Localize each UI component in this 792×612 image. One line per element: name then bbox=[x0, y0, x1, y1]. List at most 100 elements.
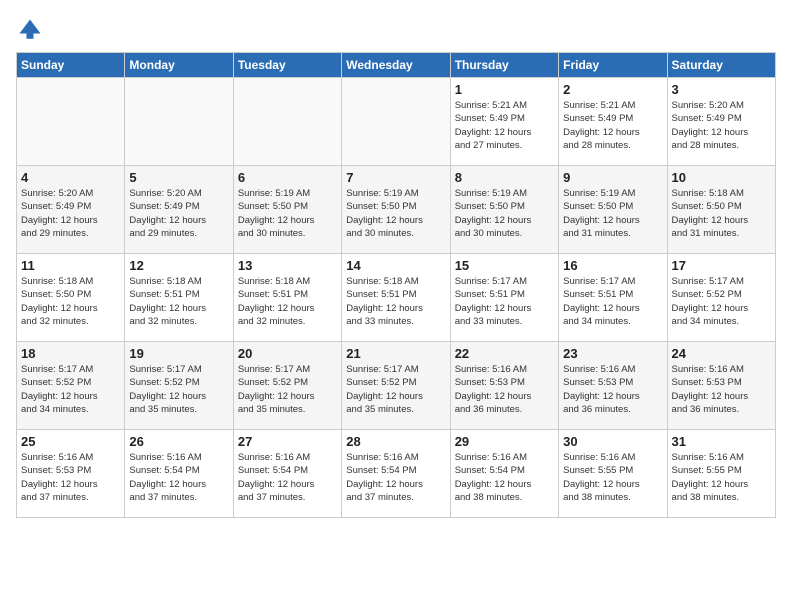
calendar-cell: 10 Sunrise: 5:18 AM Sunset: 5:50 PM Dayli… bbox=[667, 166, 775, 254]
day-info: Sunrise: 5:19 AM Sunset: 5:50 PM Dayligh… bbox=[455, 187, 554, 240]
day-number: 1 bbox=[455, 82, 554, 97]
calendar-cell: 28 Sunrise: 5:16 AM Sunset: 5:54 PM Dayli… bbox=[342, 430, 450, 518]
day-number: 14 bbox=[346, 258, 445, 273]
day-number: 27 bbox=[238, 434, 337, 449]
day-number: 8 bbox=[455, 170, 554, 185]
day-info: Sunrise: 5:16 AM Sunset: 5:55 PM Dayligh… bbox=[672, 451, 771, 504]
day-number: 7 bbox=[346, 170, 445, 185]
calendar-cell: 29Sunrise: 5:16 AM Sunset: 5:54 PM Dayli… bbox=[450, 430, 558, 518]
day-info: Sunrise: 5:21 AM Sunset: 5:49 PM Dayligh… bbox=[563, 99, 662, 152]
day-number: 12 bbox=[129, 258, 228, 273]
weekday-header-monday: Monday bbox=[125, 53, 233, 78]
calendar-cell bbox=[125, 78, 233, 166]
week-row-2: 4Sunrise: 5:20 AM Sunset: 5:49 PM Daylig… bbox=[17, 166, 776, 254]
day-number: 3 bbox=[672, 82, 771, 97]
day-info: Sunrise: 5:16 AM Sunset: 5:54 PM Dayligh… bbox=[238, 451, 337, 504]
calendar-cell: 25 Sunrise: 5:16 AM Sunset: 5:53 PM Dayli… bbox=[17, 430, 125, 518]
day-number: 9 bbox=[563, 170, 662, 185]
day-number: 28 bbox=[346, 434, 445, 449]
day-info: Sunrise: 5:17 AM Sunset: 5:52 PM Dayligh… bbox=[21, 363, 120, 416]
weekday-header-tuesday: Tuesday bbox=[233, 53, 341, 78]
calendar-cell: 8 Sunrise: 5:19 AM Sunset: 5:50 PM Daylig… bbox=[450, 166, 558, 254]
day-number: 5 bbox=[129, 170, 228, 185]
calendar-cell: 2Sunrise: 5:21 AM Sunset: 5:49 PM Daylig… bbox=[559, 78, 667, 166]
calendar-cell: 16 Sunrise: 5:17 AM Sunset: 5:51 PM Dayli… bbox=[559, 254, 667, 342]
day-info: Sunrise: 5:17 AM Sunset: 5:52 PM Dayligh… bbox=[238, 363, 337, 416]
day-info: Sunrise: 5:18 AM Sunset: 5:50 PM Dayligh… bbox=[21, 275, 120, 328]
day-info: Sunrise: 5:16 AM Sunset: 5:53 PM Dayligh… bbox=[563, 363, 662, 416]
day-info: Sunrise: 5:19 AM Sunset: 5:50 PM Dayligh… bbox=[563, 187, 662, 240]
day-info: Sunrise: 5:16 AM Sunset: 5:54 PM Dayligh… bbox=[346, 451, 445, 504]
week-row-1: 1 Sunrise: 5:21 AM Sunset: 5:49 PM Daylig… bbox=[17, 78, 776, 166]
day-info: Sunrise: 5:17 AM Sunset: 5:51 PM Dayligh… bbox=[563, 275, 662, 328]
day-number: 22 bbox=[455, 346, 554, 361]
calendar-cell: 4Sunrise: 5:20 AM Sunset: 5:49 PM Daylig… bbox=[17, 166, 125, 254]
day-info: Sunrise: 5:16 AM Sunset: 5:54 PM Dayligh… bbox=[129, 451, 228, 504]
calendar-cell: 13 Sunrise: 5:18 AM Sunset: 5:51 PM Dayli… bbox=[233, 254, 341, 342]
weekday-header-friday: Friday bbox=[559, 53, 667, 78]
day-info: Sunrise: 5:19 AM Sunset: 5:50 PM Dayligh… bbox=[346, 187, 445, 240]
day-info: Sunrise: 5:17 AM Sunset: 5:52 PM Dayligh… bbox=[346, 363, 445, 416]
calendar-cell: 24Sunrise: 5:16 AM Sunset: 5:53 PM Dayli… bbox=[667, 342, 775, 430]
calendar-cell: 31 Sunrise: 5:16 AM Sunset: 5:55 PM Dayli… bbox=[667, 430, 775, 518]
day-info: Sunrise: 5:16 AM Sunset: 5:53 PM Dayligh… bbox=[21, 451, 120, 504]
day-number: 18 bbox=[21, 346, 120, 361]
weekday-header-row: SundayMondayTuesdayWednesdayThursdayFrid… bbox=[17, 53, 776, 78]
day-number: 13 bbox=[238, 258, 337, 273]
calendar-cell: 22 Sunrise: 5:16 AM Sunset: 5:53 PM Dayli… bbox=[450, 342, 558, 430]
day-number: 21 bbox=[346, 346, 445, 361]
day-number: 24 bbox=[672, 346, 771, 361]
calendar-cell bbox=[233, 78, 341, 166]
calendar-cell: 30Sunrise: 5:16 AM Sunset: 5:55 PM Dayli… bbox=[559, 430, 667, 518]
day-info: Sunrise: 5:16 AM Sunset: 5:54 PM Dayligh… bbox=[455, 451, 554, 504]
calendar-cell: 27 Sunrise: 5:16 AM Sunset: 5:54 PM Dayli… bbox=[233, 430, 341, 518]
week-row-3: 11Sunrise: 5:18 AM Sunset: 5:50 PM Dayli… bbox=[17, 254, 776, 342]
day-info: Sunrise: 5:17 AM Sunset: 5:51 PM Dayligh… bbox=[455, 275, 554, 328]
day-info: Sunrise: 5:20 AM Sunset: 5:49 PM Dayligh… bbox=[129, 187, 228, 240]
day-info: Sunrise: 5:18 AM Sunset: 5:50 PM Dayligh… bbox=[672, 187, 771, 240]
calendar-cell: 15 Sunrise: 5:17 AM Sunset: 5:51 PM Dayli… bbox=[450, 254, 558, 342]
day-info: Sunrise: 5:20 AM Sunset: 5:49 PM Dayligh… bbox=[672, 99, 771, 152]
calendar-cell: 17 Sunrise: 5:17 AM Sunset: 5:52 PM Dayli… bbox=[667, 254, 775, 342]
calendar-cell: 26 Sunrise: 5:16 AM Sunset: 5:54 PM Dayli… bbox=[125, 430, 233, 518]
day-number: 10 bbox=[672, 170, 771, 185]
calendar-cell: 19Sunrise: 5:17 AM Sunset: 5:52 PM Dayli… bbox=[125, 342, 233, 430]
day-number: 6 bbox=[238, 170, 337, 185]
day-number: 31 bbox=[672, 434, 771, 449]
day-number: 19 bbox=[129, 346, 228, 361]
calendar-cell: 11Sunrise: 5:18 AM Sunset: 5:50 PM Dayli… bbox=[17, 254, 125, 342]
day-info: Sunrise: 5:18 AM Sunset: 5:51 PM Dayligh… bbox=[129, 275, 228, 328]
calendar-cell bbox=[17, 78, 125, 166]
calendar-cell: 23Sunrise: 5:16 AM Sunset: 5:53 PM Dayli… bbox=[559, 342, 667, 430]
day-number: 20 bbox=[238, 346, 337, 361]
day-number: 25 bbox=[21, 434, 120, 449]
day-info: Sunrise: 5:16 AM Sunset: 5:53 PM Dayligh… bbox=[455, 363, 554, 416]
logo bbox=[16, 16, 48, 44]
weekday-header-thursday: Thursday bbox=[450, 53, 558, 78]
day-info: Sunrise: 5:21 AM Sunset: 5:49 PM Dayligh… bbox=[455, 99, 554, 152]
day-number: 15 bbox=[455, 258, 554, 273]
calendar-cell: 20 Sunrise: 5:17 AM Sunset: 5:52 PM Dayli… bbox=[233, 342, 341, 430]
calendar-cell: 6Sunrise: 5:19 AM Sunset: 5:50 PM Daylig… bbox=[233, 166, 341, 254]
day-info: Sunrise: 5:18 AM Sunset: 5:51 PM Dayligh… bbox=[238, 275, 337, 328]
week-row-5: 25 Sunrise: 5:16 AM Sunset: 5:53 PM Dayli… bbox=[17, 430, 776, 518]
day-number: 17 bbox=[672, 258, 771, 273]
week-row-4: 18 Sunrise: 5:17 AM Sunset: 5:52 PM Dayli… bbox=[17, 342, 776, 430]
day-number: 26 bbox=[129, 434, 228, 449]
day-info: Sunrise: 5:20 AM Sunset: 5:49 PM Dayligh… bbox=[21, 187, 120, 240]
weekday-header-saturday: Saturday bbox=[667, 53, 775, 78]
calendar-cell: 1 Sunrise: 5:21 AM Sunset: 5:49 PM Daylig… bbox=[450, 78, 558, 166]
calendar-cell: 21 Sunrise: 5:17 AM Sunset: 5:52 PM Dayli… bbox=[342, 342, 450, 430]
calendar-cell: 5 Sunrise: 5:20 AM Sunset: 5:49 PM Daylig… bbox=[125, 166, 233, 254]
calendar-cell bbox=[342, 78, 450, 166]
page-header bbox=[16, 16, 776, 44]
day-number: 16 bbox=[563, 258, 662, 273]
calendar-cell: 9 Sunrise: 5:19 AM Sunset: 5:50 PM Daylig… bbox=[559, 166, 667, 254]
weekday-header-wednesday: Wednesday bbox=[342, 53, 450, 78]
day-info: Sunrise: 5:17 AM Sunset: 5:52 PM Dayligh… bbox=[672, 275, 771, 328]
day-number: 30 bbox=[563, 434, 662, 449]
logo-icon bbox=[16, 16, 44, 44]
calendar-cell: 18 Sunrise: 5:17 AM Sunset: 5:52 PM Dayli… bbox=[17, 342, 125, 430]
calendar-cell: 14Sunrise: 5:18 AM Sunset: 5:51 PM Dayli… bbox=[342, 254, 450, 342]
calendar-table: SundayMondayTuesdayWednesdayThursdayFrid… bbox=[16, 52, 776, 518]
